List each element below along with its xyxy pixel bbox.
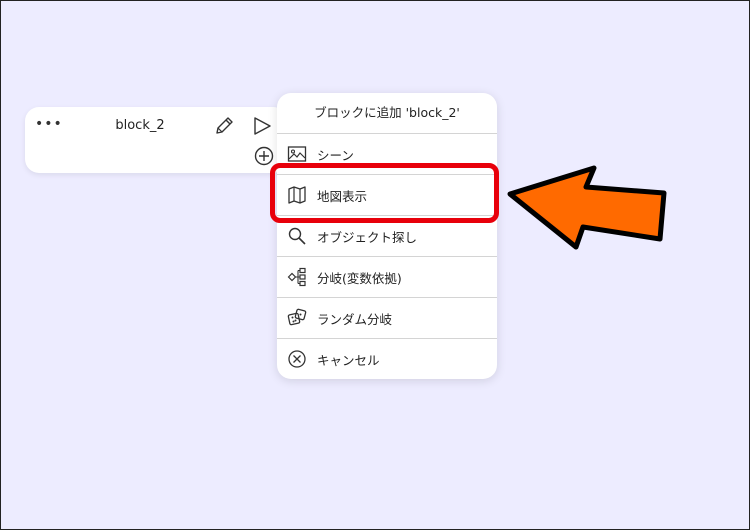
block-title: block_2 <box>115 118 165 133</box>
menu-item-map[interactable]: 地図表示 <box>277 175 497 216</box>
menu-item-scene[interactable]: シーン <box>277 134 497 175</box>
pencil-icon[interactable] <box>213 115 235 137</box>
canvas: ••• block_2 ブロックに追加 'block_2' シーン 地図表示 オ… <box>0 0 750 530</box>
menu-item-random-branch[interactable]: ランダム分岐 <box>277 298 497 339</box>
menu-item-label: オブジェクト探し <box>317 229 418 245</box>
search-icon <box>288 227 306 245</box>
menu-item-cancel[interactable]: キャンセル <box>277 339 497 379</box>
image-icon <box>287 146 307 162</box>
menu-item-label: ランダム分岐 <box>317 311 393 327</box>
menu-item-object-search[interactable]: オブジェクト探し <box>277 216 497 257</box>
add-to-block-menu: ブロックに追加 'block_2' シーン 地図表示 オブジェクト探し 分岐(変… <box>277 93 497 379</box>
block-card: ••• block_2 <box>25 107 287 173</box>
more-options-icon[interactable]: ••• <box>35 117 63 131</box>
dice-icon <box>287 308 307 326</box>
pointer-arrow-icon <box>507 165 667 250</box>
play-icon[interactable] <box>251 115 273 137</box>
map-icon <box>288 186 306 204</box>
branch-icon <box>287 267 306 287</box>
menu-item-label: キャンセル <box>317 352 380 368</box>
cancel-circle-icon <box>288 350 306 368</box>
menu-item-branch-variable[interactable]: 分岐(変数依拠) <box>277 257 497 298</box>
menu-item-label: 地図表示 <box>317 188 368 204</box>
menu-header: ブロックに追加 'block_2' <box>277 93 497 134</box>
menu-item-label: 分岐(変数依拠) <box>317 270 402 286</box>
menu-item-label: シーン <box>317 147 354 163</box>
plus-circle-icon[interactable] <box>253 145 275 167</box>
